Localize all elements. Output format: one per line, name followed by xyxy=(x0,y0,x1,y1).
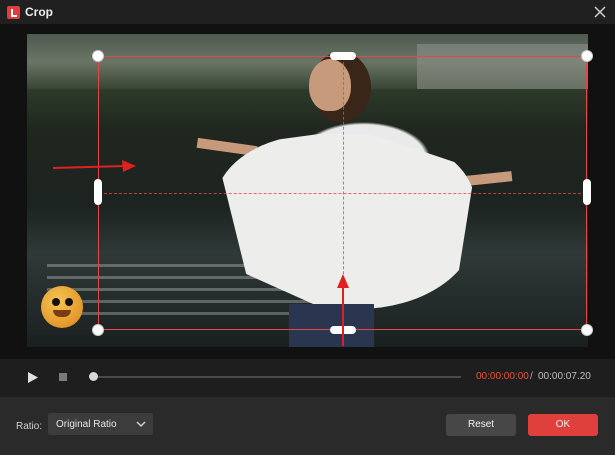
crop-rectangle[interactable] xyxy=(98,56,587,330)
footer-bar: Ratio: Original Ratio Reset OK xyxy=(0,397,615,455)
total-time: 00:00:07.20 xyxy=(538,371,591,382)
video-preview-area xyxy=(0,24,615,359)
ratio-dropdown[interactable]: Original Ratio xyxy=(48,413,153,435)
current-time: 00:00:00:00 xyxy=(476,371,529,382)
crop-handle-left[interactable] xyxy=(94,179,102,205)
crop-guide-vertical xyxy=(342,57,344,329)
crop-handle-top[interactable] xyxy=(330,52,356,60)
seek-bar[interactable] xyxy=(92,376,461,378)
time-separator: / xyxy=(530,371,533,382)
chevron-down-icon xyxy=(136,421,146,428)
crop-handle-bottom-left[interactable] xyxy=(92,324,104,336)
emoji-sticker xyxy=(41,286,83,328)
app-logo-icon xyxy=(7,6,20,19)
stop-button[interactable] xyxy=(59,373,67,381)
crop-handle-bottom-right[interactable] xyxy=(581,324,593,336)
reset-button-label: Reset xyxy=(467,419,495,430)
ok-button-label: OK xyxy=(555,419,571,430)
playback-controls: 00:00:00:00 / 00:00:07.20 xyxy=(0,359,615,397)
ok-button[interactable]: OK xyxy=(528,414,598,436)
seek-knob[interactable] xyxy=(89,372,98,381)
crop-handle-top-right[interactable] xyxy=(581,50,593,62)
close-button[interactable] xyxy=(591,3,609,21)
title-bar: Crop xyxy=(0,0,615,24)
crop-handle-top-left[interactable] xyxy=(92,50,104,62)
reset-button[interactable]: Reset xyxy=(446,414,516,436)
ratio-value: Original Ratio xyxy=(56,419,117,430)
crop-handle-bottom[interactable] xyxy=(330,326,356,334)
close-icon xyxy=(594,6,606,18)
crop-handle-right[interactable] xyxy=(583,179,591,205)
play-icon xyxy=(28,372,38,383)
window-title: Crop xyxy=(25,5,53,19)
ratio-label: Ratio: xyxy=(16,421,43,432)
play-button[interactable] xyxy=(27,371,39,384)
